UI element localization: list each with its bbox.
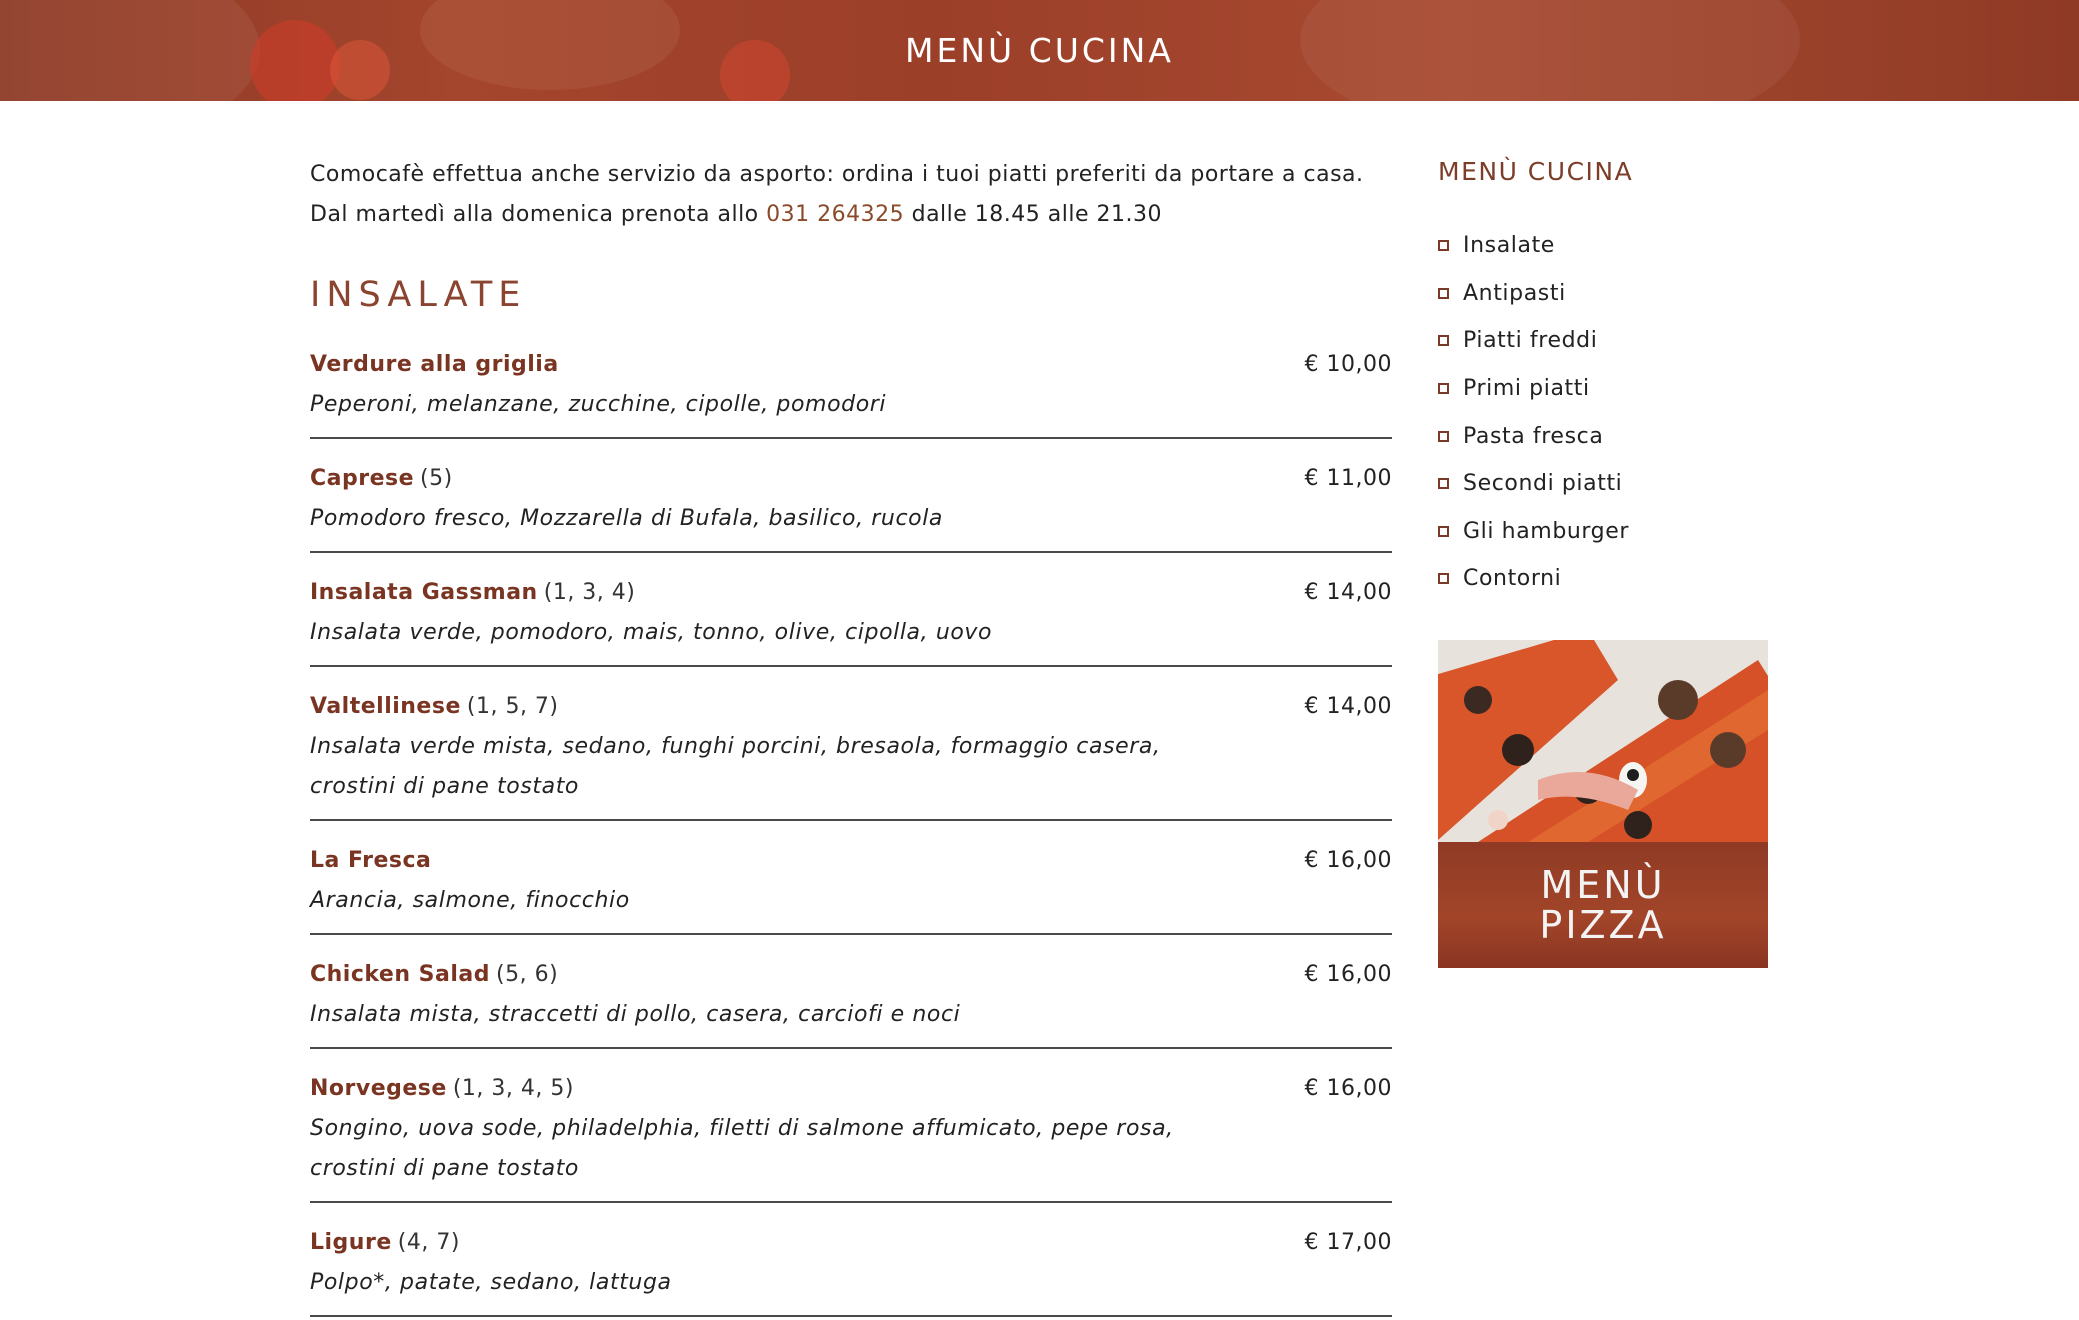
page-title: MENÙ CUCINA xyxy=(905,31,1174,70)
menu-item-allergens: (1, 3, 4) xyxy=(543,580,636,605)
menu-item-title: Insalata Gassman (1, 3, 4) xyxy=(310,573,635,613)
menu-item-allergens: (1, 5, 7) xyxy=(466,694,559,719)
menu-item-description: Pomodoro fresco, Mozzarella di Bufala, b… xyxy=(310,506,944,531)
pizza-menu-promo[interactable]: MENÙ PIZZA xyxy=(1438,640,1768,968)
square-bullet-icon xyxy=(1438,383,1449,395)
square-bullet-icon xyxy=(1438,287,1449,299)
menu-item: Valtellinese (1, 5, 7) € 14,00 Insalata ver… xyxy=(310,687,1392,821)
menu-item-title: Norvegese (1, 3, 4, 5) xyxy=(310,1069,574,1109)
sidebar-item-label: Insalate xyxy=(1463,233,1555,259)
menu-item-name: Norvegese xyxy=(310,1076,447,1101)
menu-item: Caprese (5) € 11,00 Pomodoro fresco, Mozzar… xyxy=(310,459,1392,553)
sidebar-item-primi-piatti[interactable]: Primi piatti xyxy=(1438,365,1768,413)
menu-item-header: Chicken Salad (5, 6) € 16,00 xyxy=(310,955,1392,995)
main-content: Comocafè effettua anche servizio da aspo… xyxy=(310,155,1392,1320)
square-bullet-icon xyxy=(1438,335,1449,347)
menu-item-name: Verdure alla griglia xyxy=(310,352,559,377)
menu-item-price: € 14,00 xyxy=(1304,694,1392,719)
promo-line-2: PIZZA xyxy=(1539,903,1667,947)
menu-item-name: Insalata Gassman xyxy=(310,580,538,605)
menu-item-description: Peperoni, melanzane, zucchine, cipolle, … xyxy=(310,392,887,417)
menu-item-price: € 14,00 xyxy=(1304,580,1392,605)
menu-item-description: Insalata mista, straccetti di pollo, cas… xyxy=(310,1002,961,1027)
square-bullet-icon xyxy=(1438,430,1449,442)
menu-item: Insalata Gassman (1, 3, 4) € 14,00 Insalata… xyxy=(310,573,1392,667)
menu-item: Norvegese (1, 3, 4, 5) € 16,00 Songino, uov… xyxy=(310,1069,1392,1203)
sidebar-item-secondi-piatti[interactable]: Secondi piatti xyxy=(1438,460,1768,508)
sidebar-item-label: Antipasti xyxy=(1463,280,1566,306)
square-bullet-icon xyxy=(1438,573,1449,585)
sidebar-item-gli-hamburger[interactable]: Gli hamburger xyxy=(1438,508,1768,556)
square-bullet-icon xyxy=(1438,525,1449,537)
square-bullet-icon xyxy=(1438,478,1449,490)
menu-item: La Fresca € 16,00 Arancia, salmone, finocc… xyxy=(310,841,1392,935)
menu-item-title: Chicken Salad (5, 6) xyxy=(310,955,558,995)
menu-item-description: Polpo*, patate, sedano, lattuga xyxy=(310,1270,672,1295)
sidebar-item-label: Secondi piatti xyxy=(1463,471,1623,497)
square-bullet-icon xyxy=(1438,240,1449,252)
menu-item-title: La Fresca xyxy=(310,841,437,881)
menu-item-price: € 11,00 xyxy=(1304,466,1392,491)
menu-item-name: Valtellinese xyxy=(310,694,461,719)
menu-item-allergens: (4, 7) xyxy=(397,1230,460,1255)
menu-item-title: Valtellinese (1, 5, 7) xyxy=(310,687,559,727)
menu-item-title: Caprese (5) xyxy=(310,459,453,499)
intro-text: Comocafè effettua anche servizio da aspo… xyxy=(310,155,1392,235)
menu-item-name: Caprese xyxy=(310,466,415,491)
menu-item-price: € 16,00 xyxy=(1304,848,1392,873)
menu-item-header: Valtellinese (1, 5, 7) € 14,00 xyxy=(310,687,1392,727)
intro-text-after: dalle 18.45 alle 21.30 xyxy=(904,202,1162,227)
menu-item-header: Ligure (4, 7) € 17,00 xyxy=(310,1223,1392,1263)
menu-item-header: Insalata Gassman (1, 3, 4) € 14,00 xyxy=(310,573,1392,613)
menu-item-allergens: (5) xyxy=(420,466,453,491)
menu-item-price: € 16,00 xyxy=(1304,962,1392,987)
menu-item-allergens: (5, 6) xyxy=(496,962,559,987)
menu-item-price: € 10,00 xyxy=(1304,352,1392,377)
menu-item-name: Ligure xyxy=(310,1230,392,1255)
sidebar-title: MENÙ CUCINA xyxy=(1438,157,1634,186)
sidebar: MENÙ CUCINA Insalate Antipasti Piatti fred… xyxy=(1438,152,1768,603)
pizza-menu-label: MENÙ PIZZA xyxy=(1438,842,1768,968)
menu-item-name: Chicken Salad xyxy=(310,962,490,987)
menu-item: Verdure alla griglia € 10,00 Peperoni, mel… xyxy=(310,345,1392,439)
sidebar-nav: Insalate Antipasti Piatti freddi Primi piat… xyxy=(1438,222,1768,603)
header-banner: MENÙ CUCINA xyxy=(0,0,2079,101)
menu-item-header: La Fresca € 16,00 xyxy=(310,841,1392,881)
menu-item-title: Verdure alla griglia xyxy=(310,345,565,385)
sidebar-item-label: Gli hamburger xyxy=(1463,518,1630,544)
pizza-image xyxy=(1438,640,1768,842)
sidebar-item-pasta-fresca[interactable]: Pasta fresca xyxy=(1438,412,1768,460)
sidebar-item-piatti-freddi[interactable]: Piatti freddi xyxy=(1438,317,1768,365)
menu-item-description: Insalata verde mista, sedano, funghi por… xyxy=(310,734,1161,799)
menu-item-title: Ligure (4, 7) xyxy=(310,1223,460,1263)
menu-item-list: Verdure alla griglia € 10,00 Peperoni, mel… xyxy=(310,345,1392,1317)
menu-item-header: Caprese (5) € 11,00 xyxy=(310,459,1392,499)
menu-item-name: La Fresca xyxy=(310,848,432,873)
phone-link[interactable]: 031 264325 xyxy=(766,202,904,227)
pizza-illustration xyxy=(1438,640,1768,842)
menu-item-description: Songino, uova sode, philadelphia, filett… xyxy=(310,1116,1174,1181)
menu-item-description: Arancia, salmone, finocchio xyxy=(310,888,630,913)
page: MENÙ CUCINA Comocafè effettua anche serv… xyxy=(0,0,2079,1320)
sidebar-item-label: Primi piatti xyxy=(1463,376,1590,402)
sidebar-item-label: Piatti freddi xyxy=(1463,328,1598,354)
sidebar-item-insalate[interactable]: Insalate xyxy=(1438,222,1768,270)
menu-item-description: Insalata verde, pomodoro, mais, tonno, o… xyxy=(310,620,993,645)
sidebar-item-contorni[interactable]: Contorni xyxy=(1438,555,1768,603)
menu-item-header: Verdure alla griglia € 10,00 xyxy=(310,345,1392,385)
menu-item-price: € 16,00 xyxy=(1304,1076,1392,1101)
menu-item-header: Norvegese (1, 3, 4, 5) € 16,00 xyxy=(310,1069,1392,1109)
menu-item: Chicken Salad (5, 6) € 16,00 Insalata mista… xyxy=(310,955,1392,1049)
promo-line-1: MENÙ xyxy=(1540,863,1666,907)
sidebar-item-label: Contorni xyxy=(1463,566,1562,592)
sidebar-item-label: Pasta fresca xyxy=(1463,423,1604,449)
section-title: INSALATE xyxy=(310,275,527,315)
menu-item: Ligure (4, 7) € 17,00 Polpo*, patate, sedan… xyxy=(310,1223,1392,1317)
sidebar-item-antipasti[interactable]: Antipasti xyxy=(1438,270,1768,318)
menu-item-allergens: (1, 3, 4, 5) xyxy=(452,1076,574,1101)
menu-item-price: € 17,00 xyxy=(1304,1230,1392,1255)
